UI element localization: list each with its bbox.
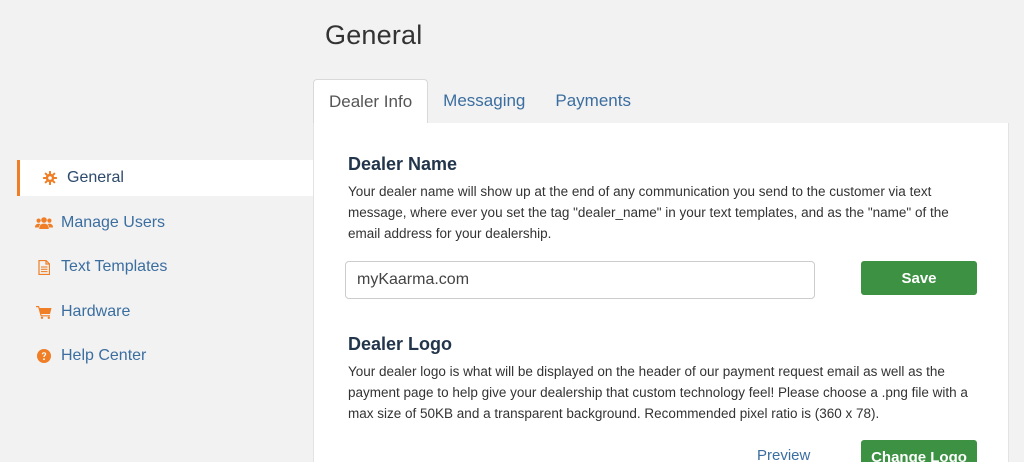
dealer-name-description: Your dealer name will show up at the end…: [348, 184, 949, 241]
tab-bar: Dealer Info Messaging Payments: [313, 79, 646, 124]
document-icon: [35, 258, 53, 276]
dealer-logo-description: Your dealer logo is what will be display…: [348, 364, 968, 421]
sidebar: General Manage Users Text Templates Hard…: [17, 160, 313, 383]
sidebar-item-hardware[interactable]: Hardware: [17, 294, 313, 330]
sidebar-item-help-center[interactable]: Help Center: [17, 338, 313, 374]
change-logo-button[interactable]: Change Logo: [861, 440, 977, 462]
sidebar-item-label: Help Center: [61, 347, 147, 364]
page-title: General: [325, 20, 423, 50]
dealer-name-heading: Dealer Name: [348, 154, 458, 174]
dealer-info-panel: Dealer Name Your dealer name will show u…: [313, 123, 1009, 462]
save-button[interactable]: Save: [861, 261, 977, 295]
sidebar-item-manage-users[interactable]: Manage Users: [17, 205, 313, 241]
tab-dealer-info[interactable]: Dealer Info: [313, 79, 429, 124]
sidebar-item-label: Hardware: [61, 302, 131, 320]
cart-icon: [35, 303, 53, 321]
dealer-name-input[interactable]: [345, 261, 815, 299]
sidebar-item-label: Text Templates: [61, 258, 168, 275]
dealer-logo-heading: Dealer Logo: [348, 334, 453, 354]
sidebar-item-label: General: [67, 169, 124, 186]
sidebar-item-label: Manage Users: [61, 213, 166, 231]
tab-payments[interactable]: Payments: [540, 79, 646, 123]
tab-messaging[interactable]: Messaging: [428, 79, 540, 123]
settings-page: General General Manage Users Text Templa…: [0, 0, 1024, 462]
gear-icon: [41, 169, 59, 187]
sidebar-item-general[interactable]: General: [17, 160, 313, 196]
help-icon: [35, 347, 53, 365]
preview-link[interactable]: Preview: [757, 447, 810, 462]
users-icon: [35, 214, 53, 232]
sidebar-item-text-templates[interactable]: Text Templates: [17, 249, 313, 285]
